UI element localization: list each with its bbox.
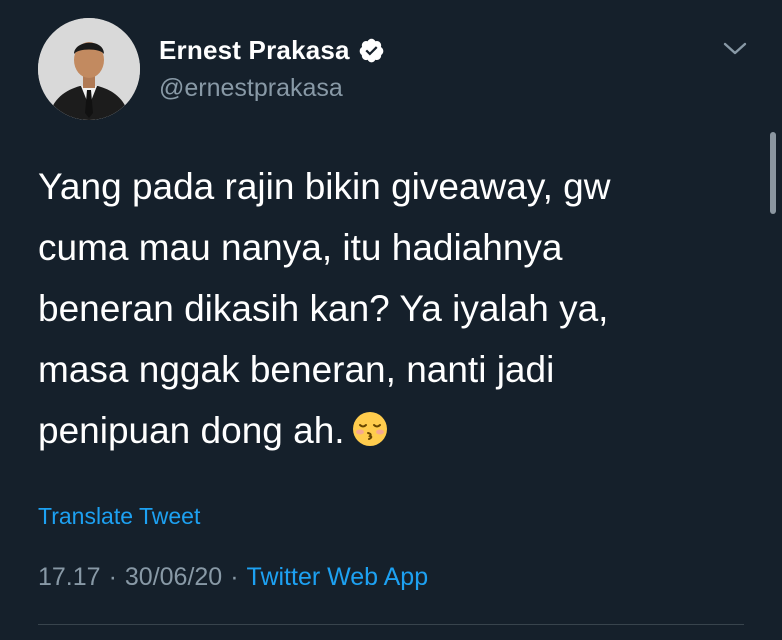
scrollbar[interactable] bbox=[770, 132, 776, 214]
tweet-meta: 17.17 · 30/06/20 · Twitter Web App bbox=[38, 563, 428, 592]
tweet-line-last: penipuan dong ah. bbox=[38, 400, 738, 461]
display-name[interactable]: Ernest Prakasa bbox=[159, 35, 350, 66]
meta-separator: · bbox=[230, 563, 239, 591]
tweet-detail: Ernest Prakasa @ernestprakasa Yang pada … bbox=[0, 0, 782, 640]
meta-separator: · bbox=[108, 563, 117, 591]
divider bbox=[38, 624, 744, 625]
avatar[interactable] bbox=[38, 18, 140, 120]
verified-badge-icon bbox=[358, 37, 385, 64]
chevron-down-icon[interactable] bbox=[721, 39, 749, 59]
handle[interactable]: @ernestprakasa bbox=[159, 74, 343, 103]
kissing-face-emoji-icon bbox=[351, 405, 389, 446]
tweet-line: penipuan dong ah. bbox=[38, 410, 345, 451]
tweet-line: cuma mau nanya, itu hadiahnya bbox=[38, 227, 563, 268]
author-name-row[interactable]: Ernest Prakasa bbox=[159, 34, 385, 66]
tweet-date[interactable]: 30/06/20 bbox=[125, 563, 222, 591]
tweet-line: beneran dikasih kan? Ya iyalah ya, bbox=[38, 288, 609, 329]
tweet-line: masa nggak beneran, nanti jadi bbox=[38, 349, 555, 390]
translate-tweet-link[interactable]: Translate Tweet bbox=[38, 503, 200, 530]
tweet-time[interactable]: 17.17 bbox=[38, 563, 101, 591]
tweet-source-link[interactable]: Twitter Web App bbox=[247, 563, 429, 591]
tweet-line: Yang pada rajin bikin giveaway, gw bbox=[38, 166, 611, 207]
tweet-text: Yang pada rajin bikin giveaway, gw cuma … bbox=[38, 156, 738, 461]
